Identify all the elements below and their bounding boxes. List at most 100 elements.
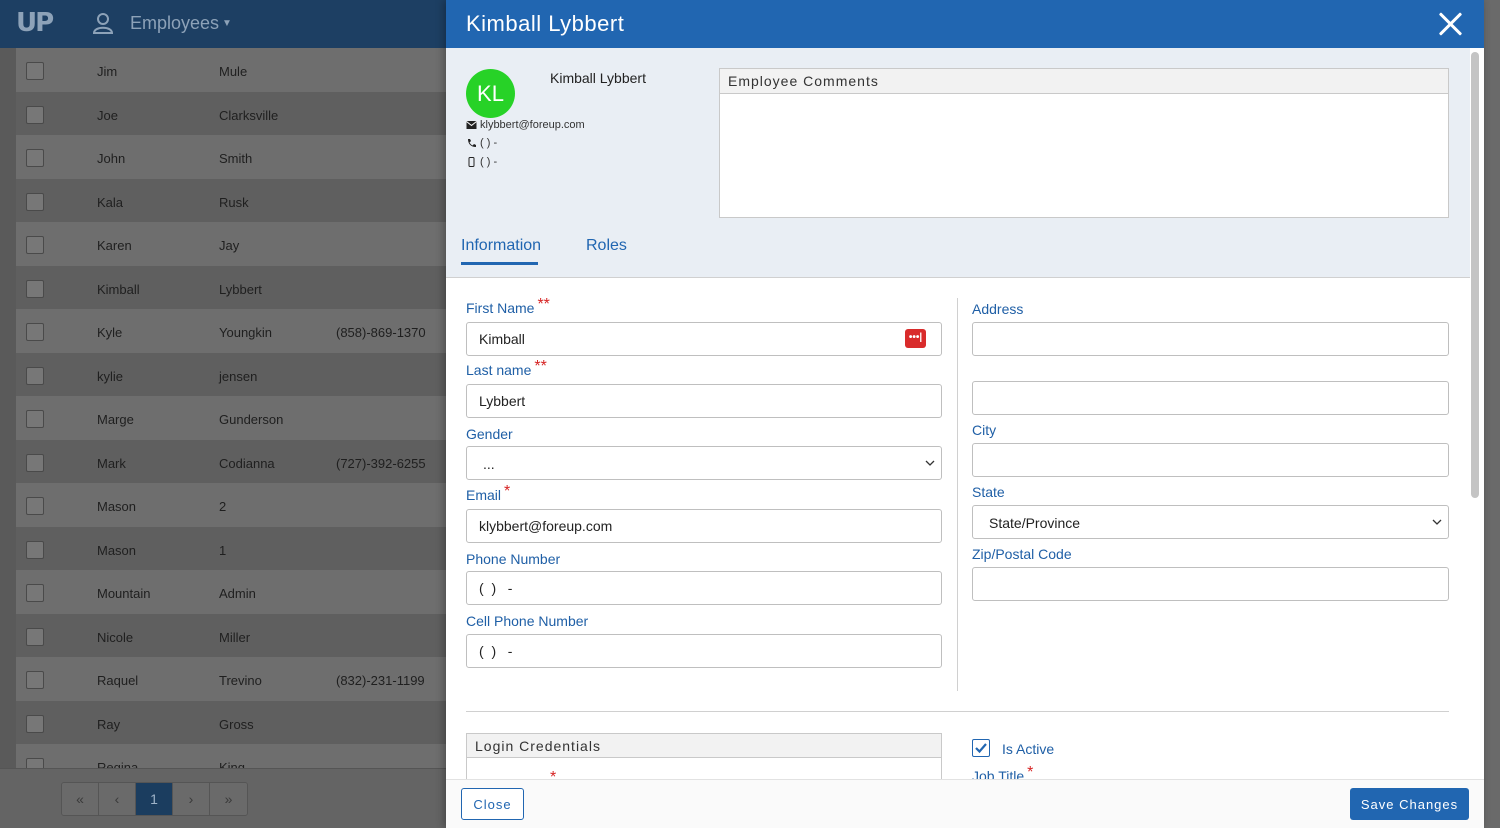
employee-list: Jim Mule Joe Clarksville John Smith Kala Rusk Ka… [16,48,448,768]
row-checkbox[interactable] [26,410,44,428]
last-page-button[interactable]: » [210,783,247,815]
cell-line: ( ) - [466,156,497,168]
table-row[interactable]: John Smith [16,135,448,179]
row-checkbox[interactable] [26,279,44,298]
table-row[interactable]: Marge Gunderson [16,396,448,440]
last-name-cell: 2 [219,499,227,514]
close-button[interactable]: Close [461,788,524,820]
table-row[interactable]: kylie jensen [16,352,448,396]
left-strip [0,48,16,828]
employee-modal: Kimball Lybbert KL Kimball Lybbert klybb… [446,0,1484,828]
pagination: « ‹ 1 › » [61,782,248,816]
row-checkbox[interactable] [26,453,44,472]
table-row[interactable]: Mason 2 [16,483,448,527]
state-select[interactable]: State/Province [972,505,1449,539]
last-name-input[interactable] [466,384,942,418]
modal-body[interactable]: KL Kimball Lybbert klybbert@foreup.com (… [446,48,1470,779]
row-checkbox[interactable] [26,105,44,124]
gender-select[interactable]: ... [466,446,942,480]
tab-roles[interactable]: Roles [586,237,627,255]
table-row[interactable]: Raquel Trevino (832)-231-1199 [16,657,448,701]
address-label: Address [972,301,1024,317]
row-checkbox[interactable] [26,236,44,254]
first-name-cell: Mark [97,455,126,471]
first-page-button[interactable]: « [62,783,99,815]
tabs-divider [446,277,1470,278]
last-name-cell: Lybbert [219,281,262,297]
last-name-cell: Gross [219,716,254,732]
row-checkbox[interactable] [26,584,44,602]
row-checkbox[interactable] [26,192,44,211]
password-manager-icon[interactable]: •••| [905,329,926,348]
last-name-cell: Clarksville [219,107,279,123]
profile-email[interactable]: klybbert@foreup.com [480,119,585,131]
module-title[interactable]: Employees [130,13,219,34]
first-name-cell: Kyle [97,325,123,340]
table-row[interactable]: Karen Jay [16,222,448,266]
first-name-cell: Karen [97,238,132,253]
profile-phone: ( ) - [480,137,498,149]
table-row[interactable]: Regina King [16,744,448,768]
table-row[interactable]: Mountain Admin [16,570,448,614]
first-name-cell: Kala [97,194,124,210]
login-credentials-panel: Login Credentials * [466,733,942,779]
is-active-label[interactable]: Is Active [1002,741,1054,757]
last-name-cell: Jay [219,238,240,253]
app-root: UP Employees ▼ Jim Mule Joe Clarksville John… [0,0,1500,828]
row-checkbox[interactable] [26,714,44,733]
row-checkbox[interactable] [26,323,44,341]
phone-label: Phone Number [466,551,561,567]
last-name-cell: jensen [219,368,258,384]
table-row[interactable]: Kyle Youngkin (858)-869-1370 [16,309,448,353]
address-line-2-input[interactable] [972,381,1449,415]
modal-tabs: Information Roles [446,228,1470,278]
table-row[interactable]: Jim Mule [16,48,448,92]
email-input[interactable] [466,509,942,543]
employee-comments-input[interactable] [720,94,1448,217]
first-name-cell: Mason [97,499,137,514]
tab-information[interactable]: Information [461,237,541,265]
row-checkbox[interactable] [26,366,44,385]
table-row[interactable]: Nicole Miller [16,613,448,657]
column-divider [957,298,958,691]
first-name-cell: kylie [97,368,124,384]
prev-page-button[interactable]: ‹ [99,783,136,815]
table-row[interactable]: Kala Rusk [16,178,448,222]
next-page-button[interactable]: › [173,783,210,815]
caret-down-icon[interactable]: ▼ [222,18,232,29]
user-icon [92,13,114,34]
close-icon[interactable] [1436,10,1464,38]
modal-title: Kimball Lybbert [466,11,625,36]
table-row[interactable]: Joe Clarksville [16,91,448,135]
cell-phone-input[interactable] [466,634,942,668]
table-row[interactable]: Mason 1 [16,526,448,570]
row-checkbox[interactable] [26,149,44,167]
row-checkbox[interactable] [26,758,44,768]
chevron-down-icon [925,460,935,466]
address-input[interactable] [972,322,1449,356]
page-1-button[interactable]: 1 [136,783,173,815]
first-name-input[interactable] [466,322,942,356]
phone-input[interactable] [466,571,942,605]
employee-comments-panel: Employee Comments [719,68,1449,218]
table-row[interactable]: Kimball Lybbert [16,265,448,309]
table-row[interactable]: Ray Gross [16,700,448,744]
zip-input[interactable] [972,567,1449,601]
save-changes-button[interactable]: Save Changes [1350,788,1469,820]
row-checkbox[interactable] [26,671,44,689]
is-active-checkbox[interactable] [972,739,990,757]
last-name-cell: Youngkin [219,325,273,340]
table-row[interactable]: Mark Codianna (727)-392-6255 [16,439,448,483]
app-logo[interactable]: UP [16,8,54,38]
city-input[interactable] [972,443,1449,477]
row-checkbox[interactable] [26,627,44,646]
row-checkbox[interactable] [26,62,44,80]
first-name-cell: Marge [97,412,134,427]
modal-scrollbar[interactable] [1471,52,1479,498]
row-checkbox[interactable] [26,540,44,559]
modal-footer: Close Save Changes [446,779,1484,828]
row-checkbox[interactable] [26,497,44,515]
comments-title: Employee Comments [720,69,1448,94]
first-name-cell: Raquel [97,673,139,688]
phone-icon [468,139,476,147]
